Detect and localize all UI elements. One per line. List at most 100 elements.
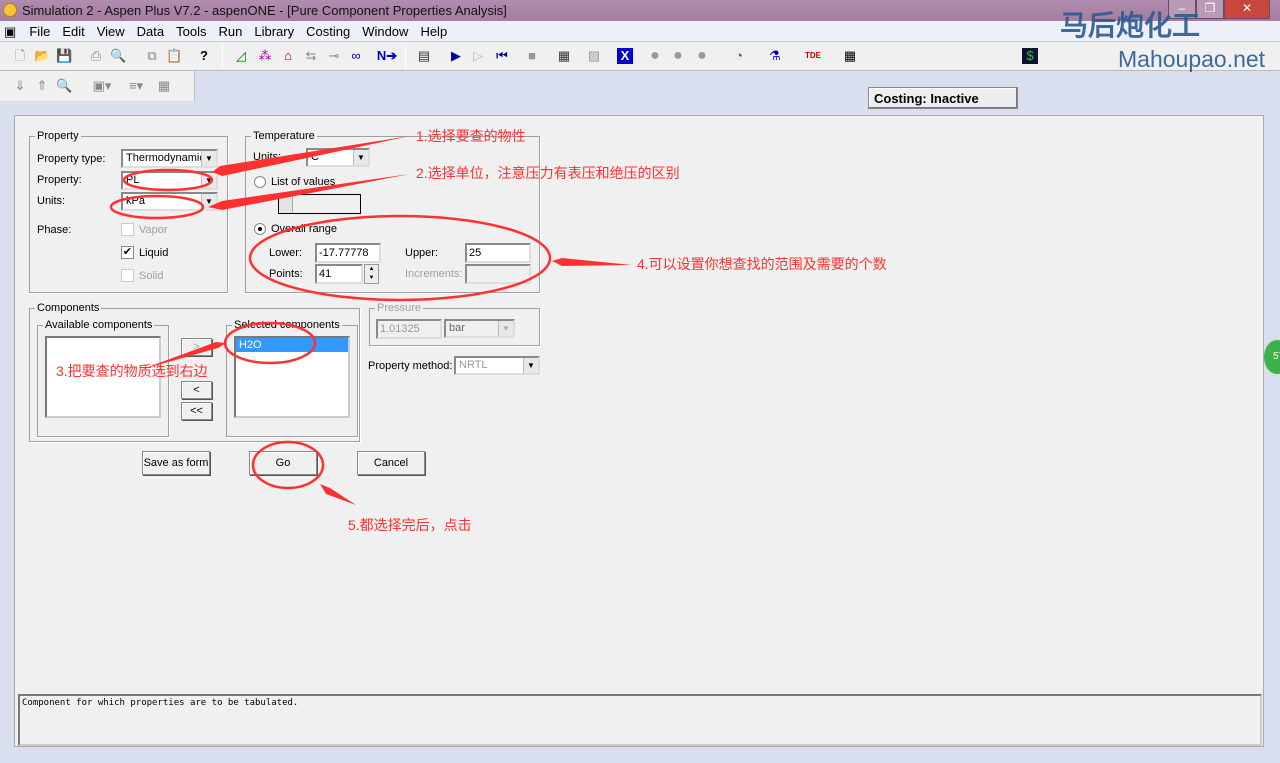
property-type-select[interactable]: Thermodynamic ▼ bbox=[121, 149, 218, 168]
status-light-icon: ● bbox=[650, 47, 660, 64]
pressure-units-select[interactable]: bar ▼ bbox=[444, 319, 515, 338]
go-button[interactable]: Go bbox=[249, 451, 317, 475]
costing-status-field[interactable]: Costing: Inactive bbox=[868, 87, 1018, 109]
setup-icon[interactable]: ◿ bbox=[233, 48, 249, 64]
menu-data[interactable]: Data bbox=[131, 21, 170, 42]
menu-file[interactable]: File bbox=[23, 21, 56, 42]
lower-input[interactable]: -17.77778 bbox=[315, 243, 381, 263]
property-group-title: Property bbox=[37, 130, 79, 142]
cancel-button[interactable]: Cancel bbox=[357, 451, 425, 475]
move-left-button[interactable]: < bbox=[181, 381, 212, 399]
notification-badge[interactable]: 57 bbox=[1262, 338, 1280, 376]
properties-icon[interactable]: ⌂ bbox=[280, 48, 296, 64]
menu-edit[interactable]: Edit bbox=[56, 21, 90, 42]
move-down-icon[interactable]: ⇓ bbox=[12, 78, 28, 94]
menu-window[interactable]: Window bbox=[356, 21, 414, 42]
components-group-title: Components bbox=[37, 302, 100, 314]
chevron-down-icon[interactable]: ▼ bbox=[201, 173, 216, 188]
chevron-down-icon[interactable]: ▼ bbox=[201, 194, 216, 209]
step-icon[interactable]: ▷ bbox=[470, 48, 486, 64]
temperature-units-value: C bbox=[311, 151, 319, 163]
list-of-values-radio[interactable] bbox=[254, 176, 266, 188]
points-input[interactable]: 41 bbox=[315, 264, 363, 284]
control-panel-icon[interactable]: ▤ bbox=[416, 48, 432, 64]
property-method-value: NRTL bbox=[459, 359, 488, 371]
pure-component-properties-form: Property Property type: Thermodynamic ▼ P… bbox=[14, 115, 1264, 747]
main-toolbar: 🗋 📂 💾 ⎙ 🔍 ⧉ 📋 ? ◿ ⁂ ⌂ ⇆ ⊸ ∞ N➔ ▤ ▶ ▷ ⏮ ■… bbox=[0, 42, 1280, 109]
overall-range-label: Overall range bbox=[271, 223, 338, 235]
table-icon[interactable]: ▦ bbox=[156, 78, 172, 94]
results-icon[interactable]: ∞ bbox=[348, 48, 364, 64]
next-icon[interactable]: N➔ bbox=[376, 48, 398, 64]
units-select[interactable]: kPa ▼ bbox=[121, 192, 218, 211]
status-description: Component for which properties are to be… bbox=[18, 694, 1262, 746]
grid-row-header bbox=[279, 195, 293, 213]
document-icon[interactable]: ▣ bbox=[0, 21, 20, 43]
vapor-checkbox[interactable] bbox=[121, 223, 134, 236]
menu-tools[interactable]: Tools bbox=[170, 21, 212, 42]
annotation-step-4: 4.可以设置你想查找的范围及需要的个数 bbox=[637, 256, 887, 272]
annotation-step-5: 5.都选择完后，点击 bbox=[348, 517, 472, 533]
aspen-app-icon[interactable] bbox=[3, 3, 17, 17]
upper-input[interactable]: 25 bbox=[465, 243, 531, 263]
selected-components-list[interactable]: H2O bbox=[234, 336, 350, 418]
move-all-left-button[interactable]: << bbox=[181, 402, 212, 420]
open-icon[interactable]: 📂 bbox=[34, 48, 50, 64]
zoom-icon[interactable]: 🔍 bbox=[56, 78, 72, 94]
liquid-checkbox[interactable]: ✔ bbox=[121, 246, 134, 259]
pressure-group-title: Pressure bbox=[377, 302, 422, 314]
save-as-form-button[interactable]: Save as form bbox=[142, 451, 210, 475]
chevron-down-icon[interactable]: ▼ bbox=[523, 358, 538, 373]
stop-icon[interactable]: ■ bbox=[524, 48, 540, 64]
close-button[interactable]: ✕ bbox=[1224, 0, 1270, 19]
costing-chart-icon[interactable]: $ bbox=[1022, 48, 1038, 64]
move-up-icon[interactable]: ⇑ bbox=[34, 78, 50, 94]
print-icon[interactable]: ⎙ bbox=[88, 48, 104, 64]
paste-icon[interactable]: 📋 bbox=[166, 48, 182, 64]
chevron-down-icon[interactable]: ▼ bbox=[353, 150, 368, 165]
menu-library[interactable]: Library bbox=[248, 21, 300, 42]
temperature-units-select[interactable]: C ▼ bbox=[306, 148, 370, 167]
chevron-down-icon[interactable]: ▼ bbox=[201, 151, 216, 166]
new-icon[interactable]: 🗋 bbox=[12, 48, 28, 64]
print-preview-icon[interactable]: 🔍 bbox=[110, 48, 126, 64]
grid-icon[interactable]: ▦ bbox=[842, 48, 858, 64]
restore-button[interactable]: ❐ bbox=[1196, 0, 1224, 19]
pressure-input[interactable]: 1.01325 bbox=[376, 319, 442, 339]
chevron-down-icon[interactable]: ▼ bbox=[498, 321, 513, 336]
gauge-icon[interactable]: ◔ bbox=[731, 48, 747, 64]
available-components-title: Available components bbox=[45, 319, 153, 331]
streams-icon[interactable]: ⇆ bbox=[303, 48, 319, 64]
layout-dropdown-icon[interactable]: ▣▾ bbox=[88, 78, 116, 94]
selected-component-item[interactable]: H2O bbox=[236, 338, 348, 352]
overall-range-radio[interactable] bbox=[254, 223, 266, 235]
check-results-icon[interactable]: ▦ bbox=[556, 48, 572, 64]
increments-input[interactable] bbox=[465, 264, 531, 284]
whats-this-help-icon[interactable]: ? bbox=[196, 48, 212, 64]
move-right-button[interactable]: > bbox=[181, 338, 212, 356]
tde-nist-icon[interactable]: TDE bbox=[805, 48, 821, 64]
list-of-values-grid[interactable] bbox=[278, 194, 361, 214]
save-icon[interactable]: 💾 bbox=[56, 48, 72, 64]
units-value: kPa bbox=[126, 195, 145, 207]
solid-label: Solid bbox=[139, 270, 164, 282]
points-spinner[interactable]: ▲ ▼ bbox=[364, 264, 379, 284]
selected-components-title: Selected components bbox=[234, 319, 340, 331]
menu-run[interactable]: Run bbox=[213, 21, 249, 42]
flask-icon[interactable]: ⚗ bbox=[767, 48, 783, 64]
deactivate-icon[interactable]: X bbox=[617, 48, 633, 64]
property-select[interactable]: PL ▼ bbox=[121, 171, 218, 190]
menu-view[interactable]: View bbox=[91, 21, 131, 42]
components-icon[interactable]: ⁂ bbox=[257, 48, 273, 64]
reinitialize-icon[interactable]: ⏮ bbox=[494, 48, 510, 64]
run-icon[interactable]: ▶ bbox=[448, 48, 464, 64]
copy-icon[interactable]: ⧉ bbox=[144, 48, 160, 64]
menu-costing[interactable]: Costing bbox=[300, 21, 356, 42]
blocks-icon[interactable]: ⊸ bbox=[326, 48, 342, 64]
align-dropdown-icon[interactable]: ≡▾ bbox=[122, 78, 150, 94]
activate-icon[interactable]: ▨ bbox=[586, 48, 602, 64]
solid-checkbox[interactable] bbox=[121, 269, 134, 282]
property-method-select[interactable]: NRTL ▼ bbox=[454, 356, 540, 375]
units-label: Units: bbox=[37, 195, 66, 207]
menu-help[interactable]: Help bbox=[414, 21, 453, 42]
